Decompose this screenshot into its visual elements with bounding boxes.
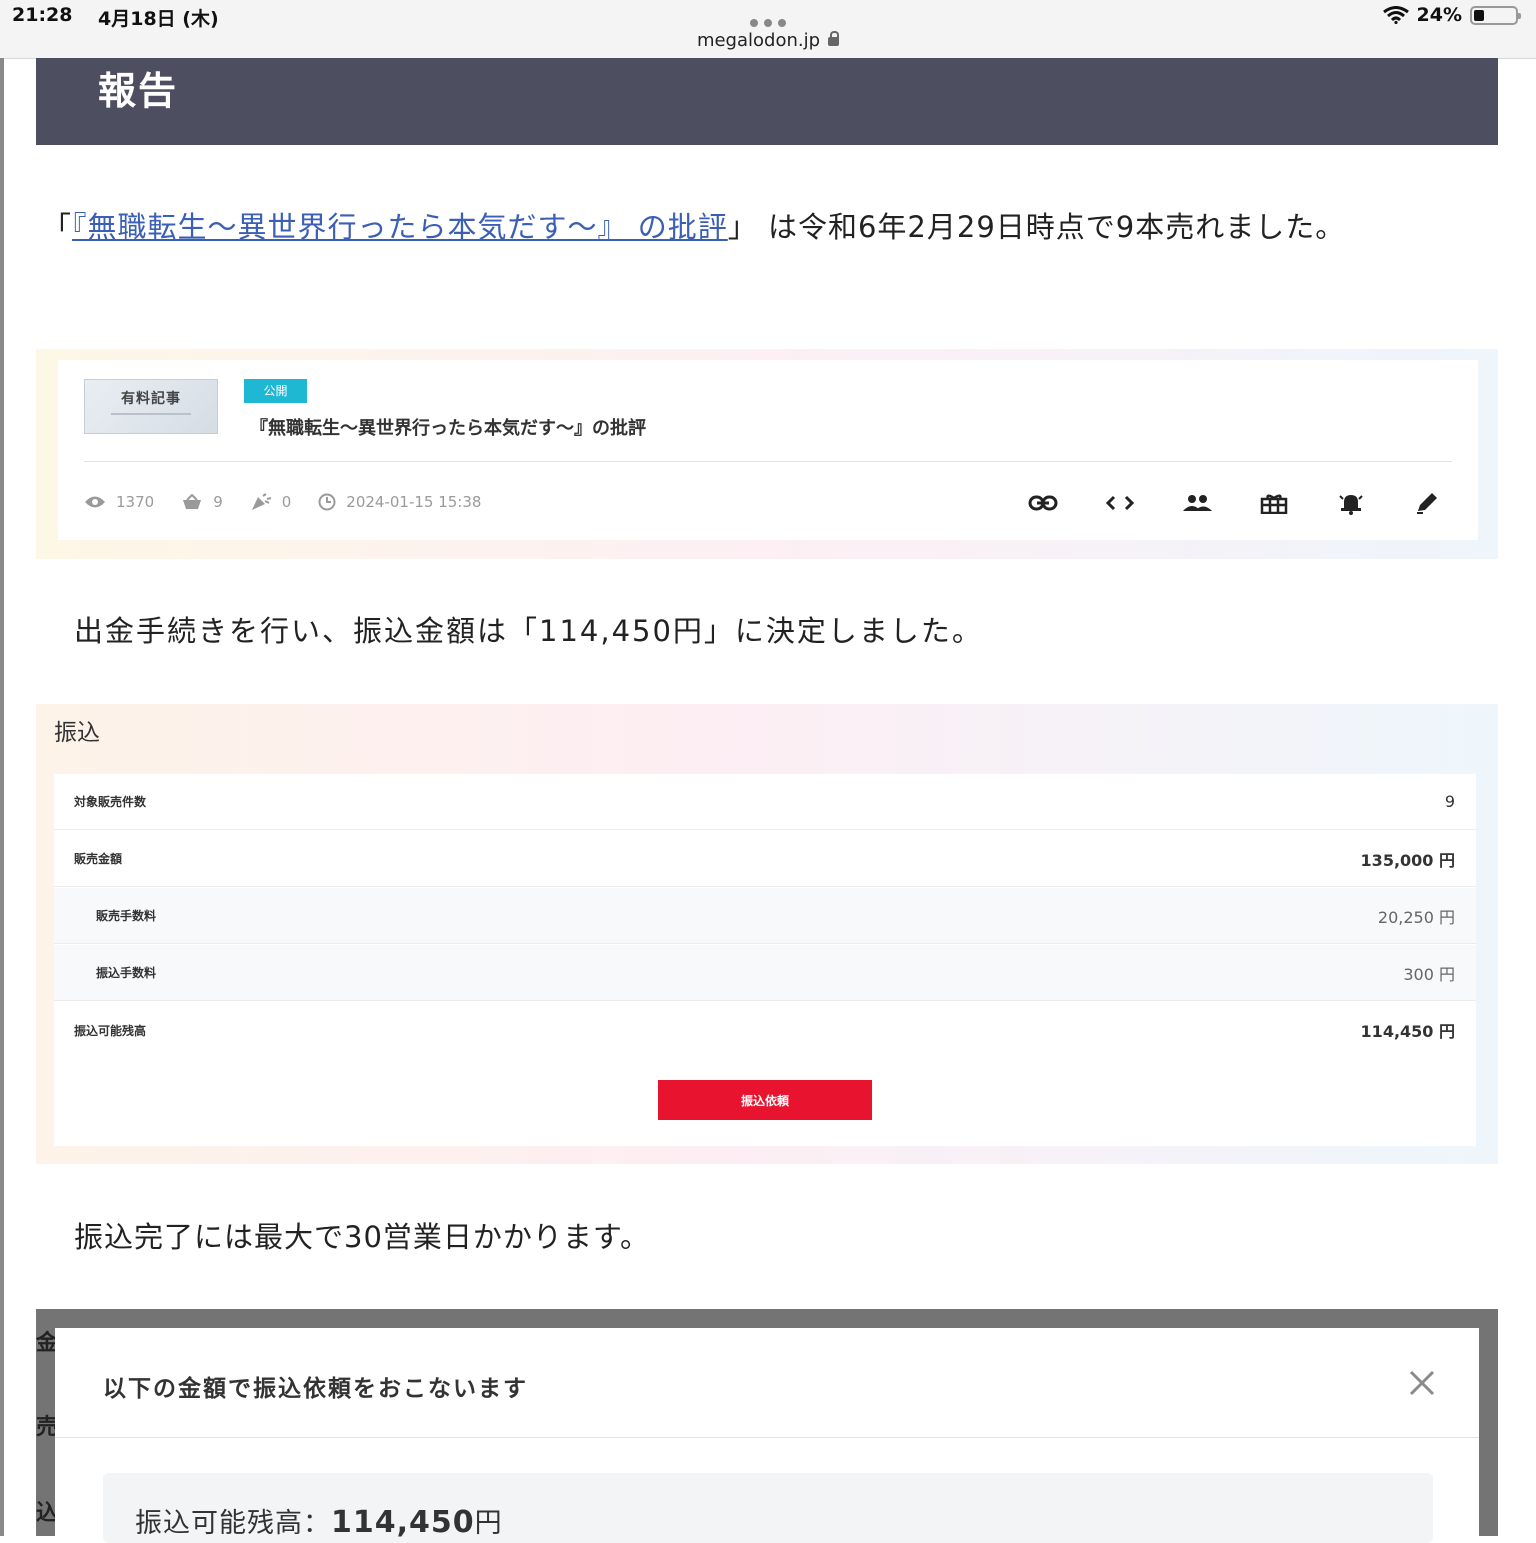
page-title: 報告 xyxy=(98,69,179,113)
more-dots-icon[interactable] xyxy=(747,12,789,31)
balance-amount: 114,450 xyxy=(331,1505,475,1540)
basket-icon xyxy=(181,494,203,510)
status-badge: 公開 xyxy=(244,379,307,403)
balance-label: 振込可能残高： xyxy=(135,1508,331,1539)
table-row: 販売金額 135,000 円 xyxy=(54,831,1476,887)
address-bar[interactable]: megalodon.jp xyxy=(0,30,1536,51)
code-icon[interactable] xyxy=(1104,488,1136,518)
row-value: 114,450 円 xyxy=(1360,1022,1455,1041)
article-actions xyxy=(1027,488,1444,518)
edit-icon[interactable] xyxy=(1412,488,1444,518)
publish-datetime: 2024-01-15 15:38 xyxy=(346,493,482,511)
modal-overlay: 金 売 込 以下の金額で振込依頼をおこないます 振込可能残高：114,450円 xyxy=(36,1309,1498,1543)
completion-paragraph: 振込完了には最大で30営業日かかります。 xyxy=(74,1220,651,1254)
intro-paragraph: 「『無職転生～異世界行ったら本気だす～』 の批評」 は令和6年2月29日時点で9… xyxy=(42,202,1502,252)
row-value: 20,250 円 xyxy=(1377,907,1455,927)
modal-divider xyxy=(55,1437,1479,1438)
row-value: 300 円 xyxy=(1403,964,1455,984)
support-count: 0 xyxy=(281,493,292,511)
stat-date: 2024-01-15 15:38 xyxy=(318,493,481,511)
transfer-label: 振込 xyxy=(54,720,100,746)
article-card-frame: 有料記事 公開 『無職転生～異世界行ったら本気だす～』の批評 1370 9 0 … xyxy=(36,349,1498,559)
transfer-table: 対象販売件数 9 販売金額 135,000 円 販売手数料 20,250 円 振… xyxy=(54,774,1476,1146)
card-divider xyxy=(84,461,1452,462)
thumbnail-text: 有料記事 xyxy=(121,391,181,407)
party-popper-icon xyxy=(250,493,272,511)
link-icon[interactable] xyxy=(1027,488,1059,518)
sales-count: 9 xyxy=(213,493,223,511)
section-heading: 報告 xyxy=(36,58,1498,145)
battery-icon xyxy=(1470,5,1521,25)
gift-icon[interactable] xyxy=(1258,488,1290,518)
table-row: 販売手数料 20,250 円 xyxy=(54,888,1476,944)
article-thumbnail[interactable]: 有料記事 xyxy=(84,379,218,434)
eye-icon xyxy=(84,495,106,509)
wifi-icon xyxy=(1382,6,1409,24)
close-icon[interactable] xyxy=(1405,1366,1439,1400)
table-row: 対象販売件数 9 xyxy=(54,774,1476,830)
article-link[interactable]: 『無職転生～異世界行ったら本気だす～』 の批評 xyxy=(72,210,728,244)
lock-icon xyxy=(828,31,840,46)
views-count: 1370 xyxy=(116,493,155,511)
row-value: 135,000 円 xyxy=(1360,850,1455,870)
row-label: 振込可能残高 xyxy=(74,1023,147,1038)
status-time: 21:28 xyxy=(12,4,73,26)
balance-unit: 円 xyxy=(474,1508,503,1539)
transfer-request-button[interactable]: 振込依頼 xyxy=(658,1080,872,1120)
clock-icon xyxy=(318,493,336,511)
confirm-modal: 以下の金額で振込依頼をおこないます 振込可能残高：114,450円 xyxy=(55,1328,1479,1543)
intro-rest: 」 は令和6年2月29日時点で9本売れました。 xyxy=(727,210,1346,244)
status-date: 4月18日 (木) xyxy=(98,8,219,30)
withdraw-paragraph: 出金手続きを行い、振込金額は「114,450円」に決定しました。 xyxy=(74,614,983,648)
bell-icon[interactable] xyxy=(1335,488,1367,518)
balance-box: 振込可能残高：114,450円 xyxy=(103,1473,1433,1543)
stat-support: 0 xyxy=(250,493,292,511)
left-edge xyxy=(0,58,4,1536)
table-row: 振込可能残高 114,450 円 xyxy=(54,1002,1476,1058)
stat-sales: 9 xyxy=(181,493,223,511)
article-title[interactable]: 『無職転生～異世界行ったら本気だす～』の批評 xyxy=(250,414,646,440)
row-label: 販売金額 xyxy=(74,852,123,866)
group-icon[interactable] xyxy=(1181,488,1213,518)
battery-percent: 24% xyxy=(1416,4,1462,26)
modal-title: 以下の金額で振込依頼をおこないます xyxy=(103,1376,528,1402)
status-bar: 21:28 4月18日 (木) megalodon.jp 24% xyxy=(0,0,1536,59)
article-stats: 1370 9 0 2024-01-15 15:38 xyxy=(84,493,508,511)
url-text: megalodon.jp xyxy=(696,30,821,51)
row-label: 振込手数料 xyxy=(96,966,157,980)
row-label: 対象販売件数 xyxy=(74,795,147,809)
row-value: 9 xyxy=(1444,792,1455,811)
row-label: 販売手数料 xyxy=(96,909,157,923)
stat-views: 1370 xyxy=(84,493,154,511)
table-row: 振込手数料 300 円 xyxy=(54,945,1476,1001)
transfer-panel: 振込 対象販売件数 9 販売金額 135,000 円 販売手数料 20,250 … xyxy=(36,704,1498,1164)
open-quote: 「 xyxy=(42,210,73,244)
article-card: 有料記事 公開 『無職転生～異世界行ったら本気だす～』の批評 1370 9 0 … xyxy=(58,360,1478,540)
